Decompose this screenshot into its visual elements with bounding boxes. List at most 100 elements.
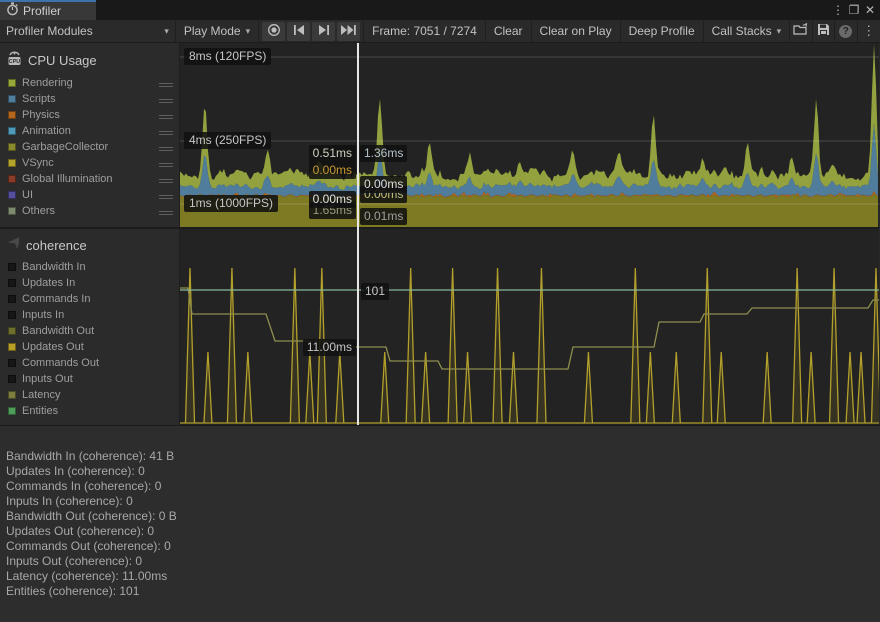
legend-label: Scripts (22, 93, 56, 105)
series-color-chip (8, 327, 16, 335)
save-profile-button[interactable] (813, 20, 835, 42)
last-frame-icon (341, 24, 356, 38)
series-color-chip (8, 375, 16, 383)
save-icon (817, 23, 830, 39)
legend-item-physics[interactable]: Physics (0, 107, 179, 123)
legend-label: Latency (22, 389, 61, 401)
tab-profiler[interactable]: Profiler (0, 0, 96, 20)
last-frame-button[interactable] (337, 22, 360, 41)
folder-open-icon (793, 23, 809, 39)
drag-handle-icon[interactable] (159, 97, 173, 105)
legend-item-bandwidth-in[interactable]: Bandwidth In (0, 259, 179, 275)
drag-handle-icon[interactable] (159, 129, 173, 137)
drag-handle-icon[interactable] (159, 177, 173, 185)
play-mode-dropdown[interactable]: Play Mode ▾ (176, 20, 259, 42)
drag-handle-icon[interactable] (159, 209, 173, 217)
drag-handle-icon[interactable] (159, 193, 173, 201)
chart-value-label: 8ms (120FPS) (184, 48, 271, 65)
profiler-stopwatch-icon (6, 2, 19, 21)
deep-profile-button[interactable]: Deep Profile (621, 20, 704, 42)
call-stacks-label: Call Stacks (712, 24, 772, 38)
call-stacks-button[interactable]: Call Stacks ▾ (704, 20, 791, 42)
series-color-chip (8, 279, 16, 287)
window-menu-icon[interactable]: ⋮ (830, 2, 846, 18)
legend-item-commands-in[interactable]: Commands In (0, 291, 179, 307)
play-mode-label: Play Mode (184, 24, 241, 38)
title-bar: Profiler ⋮ ❐ ✕ (0, 0, 880, 20)
legend-item-rendering[interactable]: Rendering (0, 75, 179, 91)
module-title: CPU Usage (28, 53, 97, 68)
legend-label: UI (22, 189, 33, 201)
chart-value-label: 1.36ms (360, 145, 407, 162)
cpu-usage-chart[interactable]: 8ms (120FPS)4ms (250FPS)1ms (1000FPS)1.6… (180, 43, 879, 227)
drag-handle-icon[interactable] (159, 81, 173, 89)
chart-value-label: 0.00ms (309, 191, 356, 208)
series-color-chip (8, 111, 16, 119)
legend-item-others[interactable]: Others (0, 203, 179, 219)
series-color-chip (8, 191, 16, 199)
main-area: CPU CPU Usage Rendering Scripts Physics … (0, 43, 880, 425)
coherence-header[interactable]: coherence (0, 229, 179, 259)
legend-label: Updates In (22, 277, 75, 289)
stat-line: Commands In (coherence): 0 (6, 479, 880, 494)
stats-panel: Bandwidth In (coherence): 41 B Updates I… (0, 425, 880, 622)
tab-title: Profiler (23, 4, 61, 18)
legend-item-updates-in[interactable]: Updates In (0, 275, 179, 291)
stat-line: Entities (coherence): 101 (6, 584, 880, 599)
legend-item-inputs-out[interactable]: Inputs Out (0, 371, 179, 387)
legend-item-commands-out[interactable]: Commands Out (0, 355, 179, 371)
legend-label: Global Illumination (22, 173, 113, 185)
legend-item-entities[interactable]: Entities (0, 403, 179, 419)
series-color-chip (8, 407, 16, 415)
close-icon[interactable]: ✕ (862, 2, 878, 18)
series-color-chip (8, 359, 16, 367)
legend-item-animation[interactable]: Animation (0, 123, 179, 139)
legend-item-latency[interactable]: Latency (0, 387, 179, 403)
module-title: coherence (26, 238, 87, 253)
legend-item-global-illumination[interactable]: Global Illumination (0, 171, 179, 187)
series-color-chip (8, 311, 16, 319)
drag-handle-icon[interactable] (159, 161, 173, 169)
series-color-chip (8, 79, 16, 87)
legend-label: VSync (22, 157, 54, 169)
legend-item-vsync[interactable]: VSync (0, 155, 179, 171)
cpu-usage-header[interactable]: CPU CPU Usage (0, 43, 179, 75)
legend-label: Inputs Out (22, 373, 73, 385)
profiler-modules-dropdown[interactable]: Profiler Modules ▾ (0, 20, 176, 42)
legend-label: GarbageCollector (22, 141, 108, 153)
module-sidebar: CPU CPU Usage Rendering Scripts Physics … (0, 43, 180, 425)
legend-item-scripts[interactable]: Scripts (0, 91, 179, 107)
series-color-chip (8, 143, 16, 151)
stat-line: Latency (coherence): 11.00ms (6, 569, 880, 584)
legend-label: Commands Out (22, 357, 99, 369)
profiler-window: Profiler ⋮ ❐ ✕ Profiler Modules ▾ Play M… (0, 0, 880, 622)
legend-label: Animation (22, 125, 71, 137)
context-menu-button[interactable]: ⋮ (858, 20, 880, 42)
help-icon: ? (839, 25, 852, 38)
prev-frame-button[interactable] (287, 22, 310, 41)
selected-frame-line[interactable] (357, 43, 359, 425)
series-color-chip (8, 127, 16, 135)
legend-item-bandwidth-out[interactable]: Bandwidth Out (0, 323, 179, 339)
next-frame-button[interactable] (312, 22, 335, 41)
help-button[interactable]: ? (835, 20, 857, 42)
maximize-icon[interactable]: ❐ (846, 2, 862, 18)
profiler-modules-label: Profiler Modules (6, 24, 93, 38)
drag-handle-icon[interactable] (159, 113, 173, 121)
cpu-chip-icon: CPU (6, 49, 23, 71)
chevron-down-icon: ▾ (246, 26, 251, 37)
legend-label: Bandwidth In (22, 261, 86, 273)
stat-line: Updates Out (coherence): 0 (6, 524, 880, 539)
coherence-chart[interactable]: 10111.00ms (180, 229, 879, 425)
record-button[interactable] (262, 22, 285, 41)
legend-item-inputs-in[interactable]: Inputs In (0, 307, 179, 323)
legend-item-ui[interactable]: UI (0, 187, 179, 203)
chart-value-label: 4ms (250FPS) (184, 132, 271, 149)
record-icon (267, 23, 281, 40)
clear-on-play-button[interactable]: Clear on Play (532, 20, 621, 42)
drag-handle-icon[interactable] (159, 145, 173, 153)
clear-button[interactable]: Clear (486, 20, 532, 42)
legend-item-updates-out[interactable]: Updates Out (0, 339, 179, 355)
legend-item-garbagecollector[interactable]: GarbageCollector (0, 139, 179, 155)
load-profile-button[interactable] (790, 20, 812, 42)
